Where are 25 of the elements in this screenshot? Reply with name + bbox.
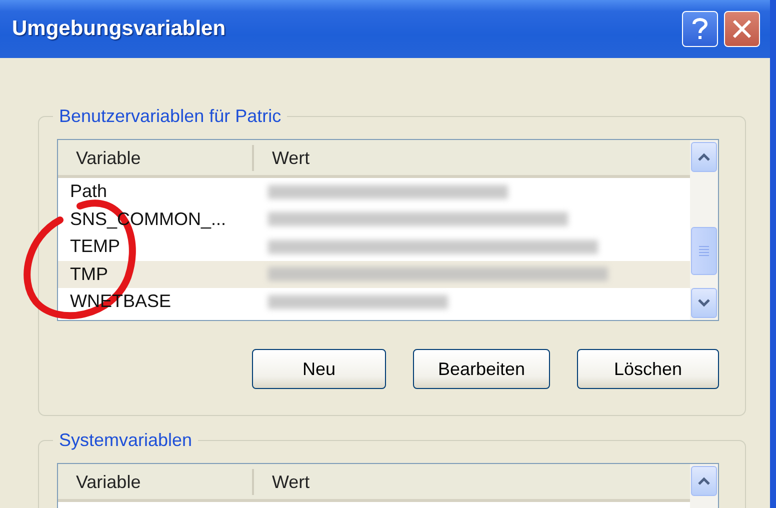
column-header[interactable]: Variable — [58, 468, 254, 494]
scrollbar-thumb[interactable] — [691, 227, 717, 275]
dialog-button[interactable]: Bearbeiten — [413, 349, 550, 389]
dialog-button[interactable]: Neu — [252, 349, 386, 389]
column-header[interactable]: Wert — [254, 144, 690, 170]
help-icon — [692, 17, 708, 41]
chevron-up-icon — [698, 153, 710, 161]
scroll-up-button[interactable] — [691, 142, 717, 172]
close-button[interactable] — [724, 11, 760, 47]
window-title: Umgebungsvariablen — [12, 17, 227, 41]
group-title: Systemvariablen — [58, 430, 194, 451]
variable-name: TMP — [69, 264, 109, 285]
close-icon — [732, 19, 752, 39]
scroll-up-button[interactable] — [691, 466, 717, 496]
list-row[interactable]: TMP — [58, 260, 690, 288]
scroll-down-button[interactable] — [691, 288, 717, 318]
dialog-button[interactable]: Löschen — [577, 349, 719, 389]
column-header[interactable]: Wert — [254, 468, 690, 494]
chevron-down-icon — [698, 299, 710, 307]
chevron-up-icon — [698, 477, 710, 485]
variable-name: Path — [69, 181, 108, 202]
group-title: Benutzervariablen für Patric — [58, 106, 282, 127]
help-button[interactable] — [682, 11, 718, 47]
variable-name: TEMP — [69, 236, 122, 258]
column-header[interactable]: Variable — [58, 144, 254, 170]
